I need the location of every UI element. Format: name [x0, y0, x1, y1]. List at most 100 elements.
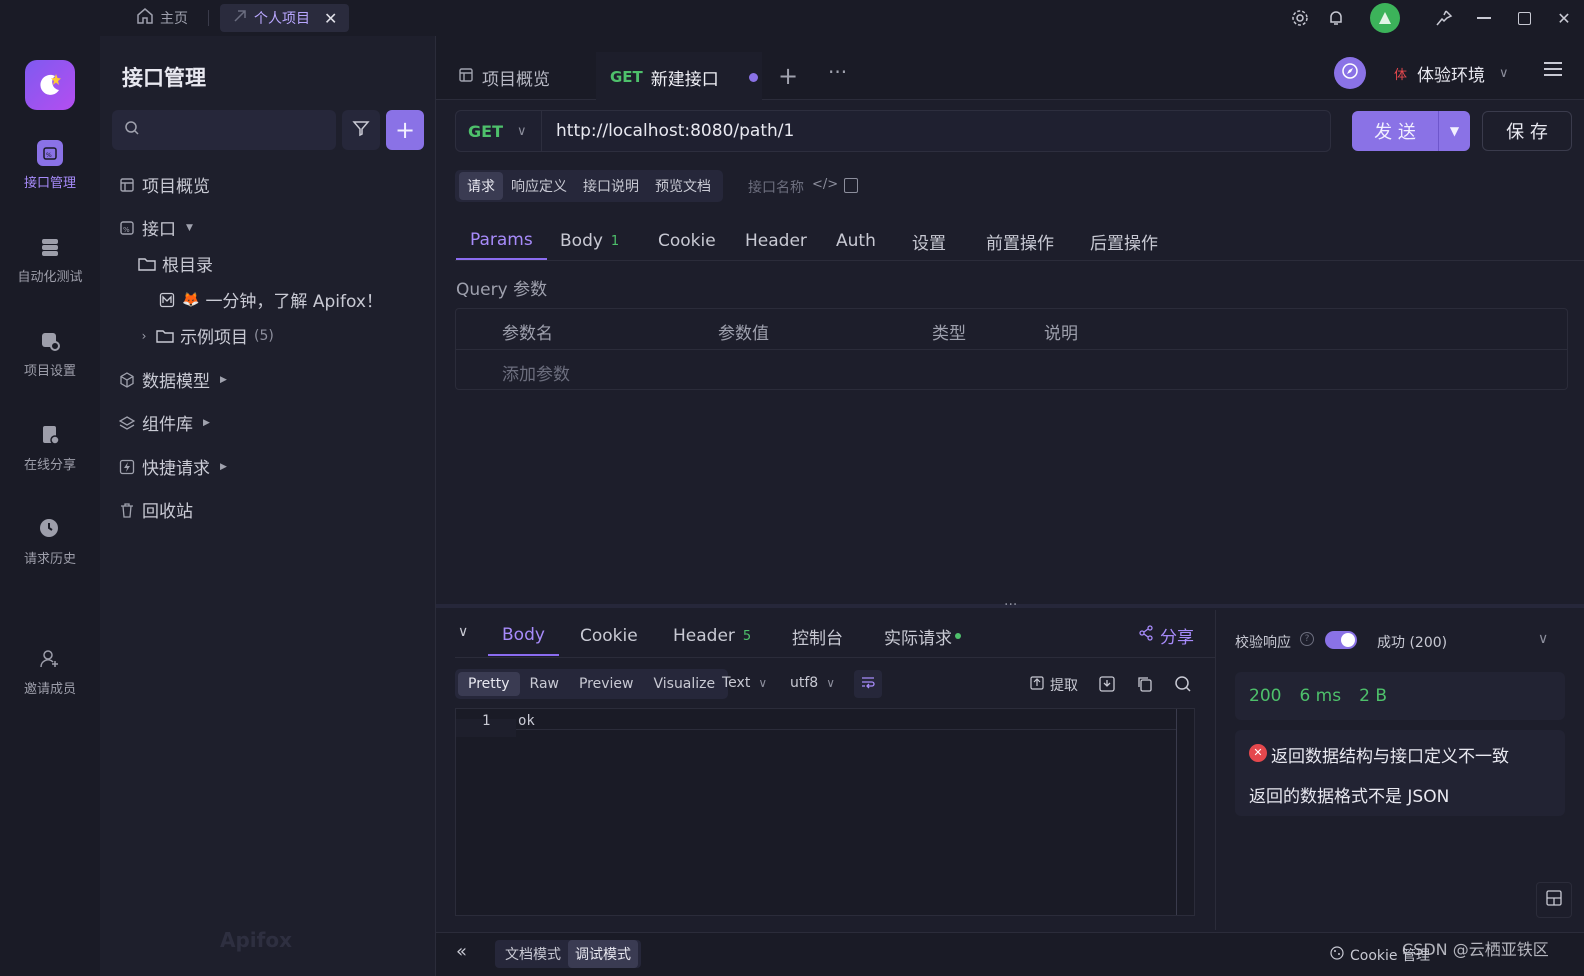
format-tab-visualize[interactable]: Visualize — [643, 672, 725, 696]
share-button[interactable]: 分享 — [1138, 623, 1194, 648]
help-icon[interactable]: ? — [1300, 632, 1314, 646]
env-settings-button[interactable] — [1334, 57, 1366, 89]
more-tabs-icon[interactable]: ··· — [828, 60, 847, 84]
scrollbar-track[interactable] — [1176, 709, 1177, 915]
left-rail: % 接口管理 自动化测试 项目设置 在线分享 请求历史 邀请成员 — [0, 36, 100, 976]
tree-item-api[interactable]: % 接口 ▼ — [118, 215, 193, 240]
validate-toggle[interactable] — [1325, 631, 1357, 649]
method-label: GET — [468, 121, 503, 141]
url-input[interactable]: http://localhost:8080/path/1 — [556, 121, 794, 141]
tree-item-root[interactable]: 根目录 — [138, 251, 213, 276]
api-folder-icon: % — [118, 219, 136, 237]
tab-label: Cookie — [658, 231, 716, 251]
table-header — [456, 309, 1567, 350]
home-tab[interactable]: 主页 — [124, 4, 200, 32]
wrap-lines-button[interactable] — [854, 670, 882, 698]
mode-tab-api-desc[interactable]: 接口说明 — [575, 172, 647, 200]
code-icon[interactable]: </> — [812, 177, 838, 192]
save-button[interactable]: 保 存 — [1482, 111, 1572, 151]
notification-bell-icon[interactable] — [1324, 6, 1348, 30]
chevron-down-icon[interactable]: ∨ — [1538, 631, 1548, 647]
extract-button[interactable]: 提取 — [1030, 675, 1078, 695]
req-tab-settings[interactable]: 设置 — [912, 222, 946, 260]
add-tab-button[interactable]: + — [778, 62, 798, 90]
divider — [455, 657, 1215, 658]
panel-toggle-icon[interactable] — [844, 178, 858, 193]
req-tab-auth[interactable]: Auth — [836, 222, 876, 260]
add-param-input[interactable]: 添加参数 — [502, 360, 570, 385]
col-type: 类型 — [932, 324, 966, 344]
tree-count: (5) — [254, 327, 274, 344]
format-tab-preview[interactable]: Preview — [569, 672, 644, 696]
collapse-chevron-icon[interactable]: ∨ — [458, 624, 468, 640]
format-tabs: Pretty Raw Preview Visualize — [455, 669, 729, 699]
resp-tab-actual-request[interactable]: 实际请求 — [884, 616, 961, 656]
tree-item-overview[interactable]: 项目概览 — [118, 172, 210, 197]
filter-button[interactable] — [342, 110, 380, 150]
req-tab-cookie[interactable]: Cookie — [658, 222, 716, 260]
method-select[interactable]: GET ∨ — [456, 111, 542, 151]
rail-item-online-share[interactable]: 在线分享 — [0, 422, 100, 473]
env-select[interactable]: 体 体验环境 ∨ — [1378, 52, 1530, 94]
rail-item-api-management[interactable]: % 接口管理 — [0, 140, 100, 191]
resp-tab-body[interactable]: Body — [488, 616, 559, 656]
search-icon[interactable] — [1174, 675, 1192, 697]
line-number: 1 — [482, 713, 491, 729]
rail-item-history[interactable]: 请求历史 — [0, 516, 100, 567]
resp-tab-header[interactable]: Header 5 — [673, 616, 751, 656]
hamburger-menu-icon[interactable] — [1544, 62, 1562, 76]
req-tab-params[interactable]: Params — [456, 222, 547, 260]
add-button[interactable]: + — [386, 110, 424, 150]
project-tab-label: 个人项目 — [254, 11, 310, 27]
api-name-input[interactable]: 接口名称 — [748, 177, 804, 197]
mode-tab-response-def[interactable]: 响应定义 — [503, 172, 575, 200]
project-tab[interactable]: 个人项目 ✕ — [220, 4, 350, 32]
tab-new-api[interactable]: GET 新建接口 — [610, 56, 758, 98]
window-close-icon[interactable]: ✕ — [1552, 6, 1576, 30]
mode-tab-request[interactable]: 请求 — [459, 172, 503, 200]
pin-icon[interactable] — [1432, 6, 1456, 30]
minimize-icon[interactable] — [1472, 6, 1496, 30]
settings-icon[interactable] — [1288, 6, 1312, 30]
history-icon — [37, 516, 63, 542]
tree-item-data-model[interactable]: 数据模型 ▶ — [118, 367, 227, 392]
layout-toggle-button[interactable] — [1536, 882, 1572, 918]
close-icon[interactable]: ✕ — [324, 9, 337, 28]
req-tab-header[interactable]: Header — [745, 222, 807, 260]
tree-item-example[interactable]: › 示例项目 (5) — [138, 323, 274, 349]
tab-label: 后置操作 — [1090, 233, 1158, 254]
rail-item-invite[interactable]: 邀请成员 — [0, 646, 100, 697]
drag-dots-icon[interactable]: ··· — [1004, 597, 1017, 613]
req-tab-pre-ops[interactable]: 前置操作 — [986, 222, 1054, 260]
resp-tab-console[interactable]: 控制台 — [792, 616, 843, 656]
format-tab-pretty[interactable]: Pretty — [458, 672, 520, 696]
validation-error-box: ✕ 返回数据结构与接口定义不一致 返回的数据格式不是 JSON — [1235, 730, 1565, 816]
tree-item-intro-doc[interactable]: 🦊 一分钟，了解 Apifox！ — [158, 287, 383, 312]
debug-mode-button[interactable]: 调试模式 — [568, 940, 638, 968]
mode-tab-preview[interactable]: 预览文档 — [647, 172, 719, 200]
format-tab-raw[interactable]: Raw — [520, 672, 569, 696]
collapse-sidebar-icon[interactable]: « — [456, 941, 467, 962]
response-body-editor[interactable]: 1 ok — [455, 708, 1195, 916]
send-dropdown-icon[interactable]: ▼ — [1439, 124, 1470, 138]
encoding-select[interactable]: utf8 ∨ — [790, 675, 835, 691]
req-tab-post-ops[interactable]: 后置操作 — [1090, 222, 1158, 260]
req-tab-body[interactable]: Body 1 — [560, 222, 619, 260]
invite-user-icon — [37, 646, 63, 672]
download-icon[interactable] — [1098, 675, 1116, 697]
type-select[interactable]: Text ∨ — [722, 675, 767, 691]
fox-icon: 🦊 — [182, 291, 200, 308]
send-button[interactable]: 发 送 ▼ — [1352, 111, 1470, 151]
tree-item-components[interactable]: 组件库 ▶ — [118, 410, 210, 435]
rail-item-automation[interactable]: 自动化测试 — [0, 234, 100, 285]
search-input[interactable] — [112, 110, 336, 150]
tree-item-quick-request[interactable]: 快捷请求 ▶ — [118, 454, 227, 479]
rail-item-project-settings[interactable]: 项目设置 — [0, 328, 100, 379]
avatar[interactable] — [1370, 3, 1400, 33]
tree-item-recycle[interactable]: 回收站 — [118, 497, 193, 522]
resp-tab-cookie[interactable]: Cookie — [580, 616, 638, 656]
copy-icon[interactable] — [1136, 675, 1154, 697]
maximize-icon[interactable] — [1512, 6, 1536, 30]
tab-project-overview[interactable]: 项目概览 — [458, 56, 550, 98]
doc-mode-button[interactable]: 文档模式 — [498, 940, 568, 968]
